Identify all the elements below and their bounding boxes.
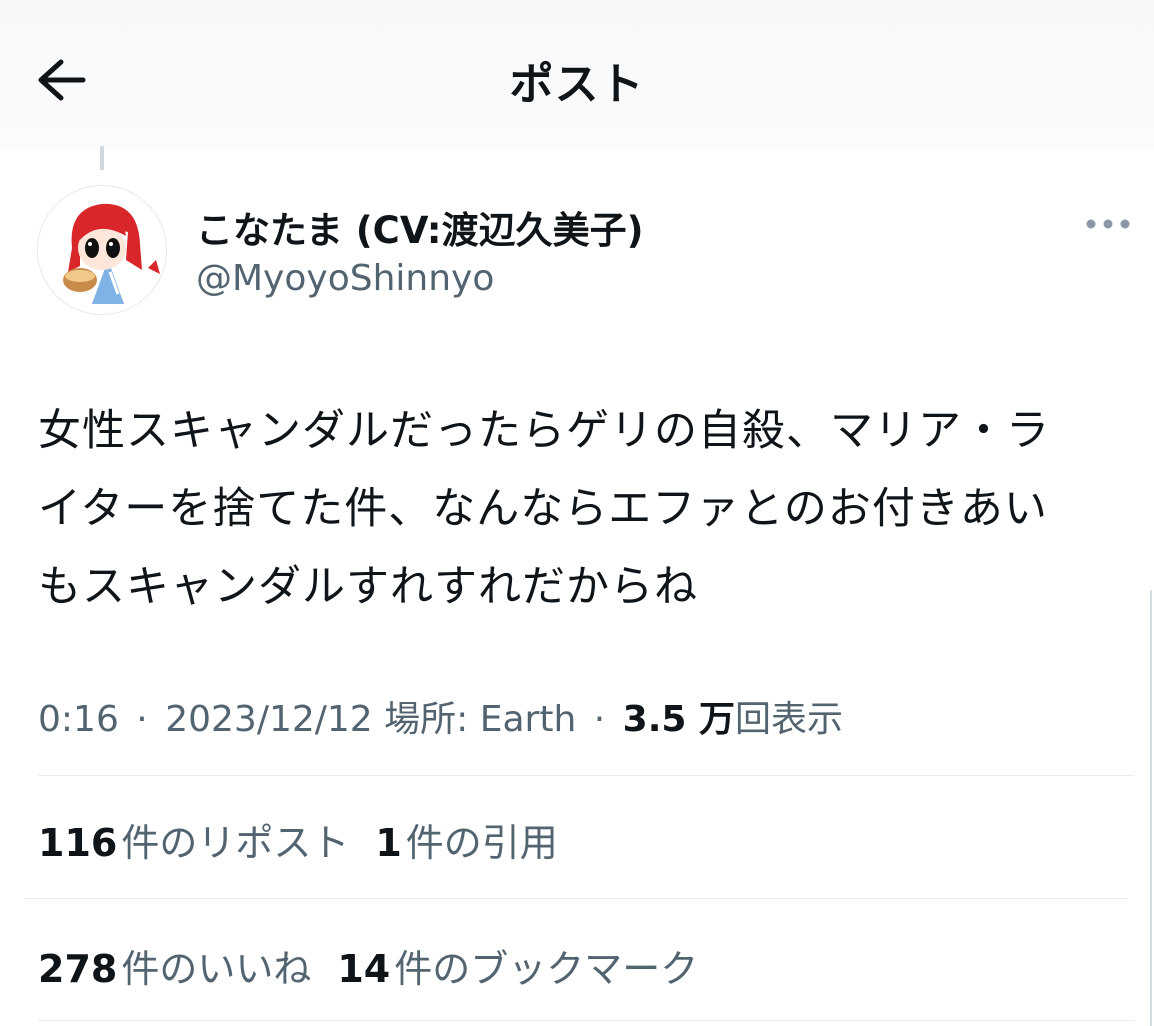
reposts-count: 116 [38,821,118,865]
reposts-label: 件のリポスト [121,821,350,865]
tweet-meta: 0:16 · 2023/12/12 場所: Earth · 3.5 万回表示 [38,690,843,742]
author-display-name[interactable]: こなたま (CV:渡辺久美子) [196,200,644,254]
views-label: 回表示 [734,699,843,740]
bookmarks-label: 件のブックマーク [394,947,699,991]
scroll-edge [1150,590,1152,1026]
tweet-text: 女性スキャンダルだったらゲリの自殺、マリア・ラ イターを捨てた件、なんならエファ… [38,392,1138,626]
divider [38,1020,1134,1021]
quotes-label: 件の引用 [405,821,558,865]
meta-separator: · [593,699,606,740]
post-date[interactable]: 2023/12/12 [165,699,373,740]
bookmarks-link[interactable]: 14 件のブックマーク [337,947,698,991]
stats-row-likes: 278 件のいいね 14 件のブックマーク [38,938,724,993]
more-horizontal-icon [1086,219,1130,229]
post-location: 場所: Earth [384,699,577,740]
likes-count: 278 [38,947,118,991]
likes-label: 件のいいね [121,947,312,991]
author-handle[interactable]: @MyoyoShinnyo [196,258,494,299]
thread-connector-line [100,146,104,170]
avatar[interactable] [38,186,166,314]
quotes-link[interactable]: 1 件の引用 [375,821,557,865]
views-count: 3.5 万 [622,699,735,740]
user-avatar [38,186,166,314]
quotes-count: 1 [375,821,402,865]
more-options-button[interactable] [1082,206,1134,242]
divider [38,775,1134,776]
post-time[interactable]: 0:16 [38,699,119,740]
page-title: ポスト [509,59,645,110]
likes-link[interactable]: 278 件のいいね [38,947,311,991]
tweet-line: もスキャンダルすれすれだからね [38,562,698,612]
divider [25,898,1128,899]
stats-row-reposts: 116 件のリポスト 1 件の引用 [38,812,584,867]
bookmarks-count: 14 [337,947,391,991]
reposts-link[interactable]: 116 件のリポスト [38,821,349,865]
meta-separator: · [136,699,148,740]
tweet-line: イターを捨てた件、なんならエファとのお付きあい [38,484,1048,534]
top-bar: ポスト [0,0,1154,150]
tweet-line: 女性スキャンダルだったらゲリの自殺、マリア・ラ [38,406,1050,456]
